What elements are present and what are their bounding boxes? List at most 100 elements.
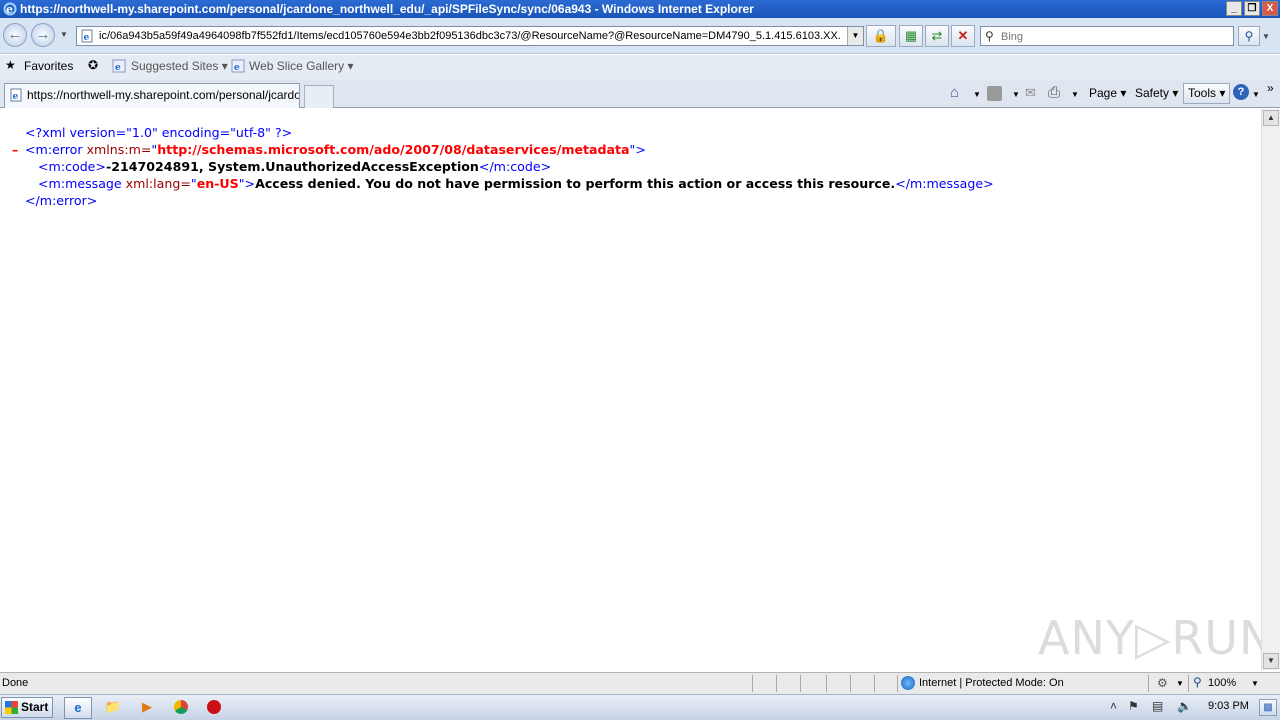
taskbar: Start e 📁 ▶ ˄ ⚑ ▤ 🔈 9:03 PM ▩ xyxy=(0,694,1280,720)
zoom-level[interactable]: 100% xyxy=(1208,677,1236,689)
error-code-text: -2147024891, System.UnauthorizedAccessEx… xyxy=(106,159,479,174)
root-open-tag: <m:error xyxy=(25,142,83,157)
taskbar-internet-explorer-icon[interactable]: e xyxy=(64,697,92,719)
scroll-down-arrow-icon[interactable]: ▼ xyxy=(1263,653,1279,669)
status-divider xyxy=(826,675,827,692)
search-go-button[interactable]: ⚲ xyxy=(1238,26,1260,46)
suggested-sites-icon: e xyxy=(112,59,126,73)
bing-search-icon: ⚲ xyxy=(985,29,994,43)
protected-mode-icon[interactable]: ⚙ xyxy=(1157,676,1168,690)
back-button[interactable]: ← xyxy=(3,23,27,47)
forward-arrow-icon: → xyxy=(35,26,51,43)
root-attr-value: http://schemas.microsoft.com/ado/2007/08… xyxy=(157,142,630,157)
status-divider xyxy=(850,675,851,692)
svg-text:e: e xyxy=(115,63,121,73)
vertical-scrollbar[interactable]: ▲ ▼ xyxy=(1261,109,1280,670)
home-dropdown[interactable]: ▼ xyxy=(973,90,981,99)
svg-text:e: e xyxy=(6,3,13,16)
restore-button[interactable]: ❐ xyxy=(1244,1,1260,16)
read-mail-icon[interactable]: ✉ xyxy=(1025,85,1036,101)
show-desktop-button[interactable]: ▩ xyxy=(1259,699,1277,716)
security-lock-button[interactable]: 🔒 xyxy=(866,25,896,47)
suggested-sites-link[interactable]: Suggested Sites ▾ xyxy=(131,59,228,73)
home-icon[interactable]: ⌂ xyxy=(950,84,959,101)
stop-icon: ✕ xyxy=(957,28,969,43)
scroll-up-arrow-icon[interactable]: ▲ xyxy=(1263,110,1279,126)
action-center-flag-icon[interactable]: ⚑ xyxy=(1128,699,1139,713)
status-divider xyxy=(874,675,875,692)
close-window-button[interactable]: X xyxy=(1262,1,1278,16)
refresh-button[interactable]: ⇄ xyxy=(925,25,949,47)
tools-menu-button[interactable]: Tools ▾ xyxy=(1183,83,1231,104)
help-icon[interactable]: ? xyxy=(1233,84,1249,100)
status-text: Done xyxy=(2,677,29,689)
tools-menu-label: Tools xyxy=(1188,86,1217,100)
volume-icon[interactable]: 🔈 xyxy=(1177,699,1192,713)
network-icon[interactable]: ▤ xyxy=(1152,699,1163,713)
page-menu-button[interactable]: Page ▾ xyxy=(1089,86,1126,100)
address-dropdown-button[interactable]: ▼ xyxy=(847,27,863,45)
add-to-favorites-bar-icon[interactable]: ✪ xyxy=(88,58,98,72)
taskbar-media-player-icon[interactable]: ▶ xyxy=(133,697,161,719)
taskbar-file-explorer-icon[interactable]: 📁 xyxy=(99,697,127,719)
minimize-button[interactable]: _ xyxy=(1226,1,1242,16)
taskbar-chrome-icon[interactable] xyxy=(167,697,195,719)
feeds-dropdown[interactable]: ▼ xyxy=(1012,90,1020,99)
help-dropdown[interactable]: ▼ xyxy=(1252,90,1260,99)
xml-message-line: <m:message xml:lang="en-US">Access denie… xyxy=(38,176,994,191)
status-divider xyxy=(776,675,777,692)
web-slice-gallery-link[interactable]: Web Slice Gallery ▾ xyxy=(249,59,354,73)
safety-menu-button[interactable]: Safety ▾ xyxy=(1135,86,1178,100)
show-hidden-icons-icon[interactable]: ˄ xyxy=(1110,699,1117,713)
status-divider xyxy=(897,675,898,692)
new-tab-button[interactable] xyxy=(304,85,334,108)
compatibility-icon: ▦ xyxy=(904,28,918,43)
collapse-toggle[interactable]: – xyxy=(12,142,18,157)
print-dropdown[interactable]: ▼ xyxy=(1071,90,1079,99)
code-close-tag: </m:code> xyxy=(478,159,552,174)
navigation-bar: ← → ▼ e ic/06a943b5a59f49a4964098fb7f552… xyxy=(0,18,1280,54)
security-zone-text[interactable]: Internet | Protected Mode: On xyxy=(919,677,1064,689)
search-box[interactable]: ⚲ xyxy=(980,26,1234,46)
back-arrow-icon: ← xyxy=(7,26,23,43)
compatibility-view-button[interactable]: ▦ xyxy=(899,25,923,47)
protected-mode-dropdown[interactable]: ▼ xyxy=(1176,679,1184,688)
svg-text:e: e xyxy=(84,33,90,43)
web-slice-gallery-icon: e xyxy=(231,59,245,73)
stop-button[interactable]: ✕ xyxy=(951,25,975,47)
window-title: https://northwell-my.sharepoint.com/pers… xyxy=(20,2,754,16)
address-bar[interactable]: e ic/06a943b5a59f49a4964098fb7f552fd1/It… xyxy=(76,26,864,46)
lock-icon: 🔒 xyxy=(872,28,890,43)
root-attr-name: xmlns:m= xyxy=(82,142,152,157)
print-icon[interactable]: ⎙ xyxy=(1048,84,1060,101)
feeds-icon[interactable] xyxy=(987,86,1002,101)
favorites-bar: ★ Favorites ✪ e Suggested Sites ▾ e Web … xyxy=(0,55,1280,80)
more-commands-chevron-icon[interactable]: » xyxy=(1267,81,1274,95)
web-slice-gallery-label: Web Slice Gallery xyxy=(249,59,345,73)
start-button[interactable]: Start xyxy=(1,697,53,718)
search-input[interactable] xyxy=(1001,29,1229,44)
system-clock[interactable]: 9:03 PM xyxy=(1208,700,1249,712)
recent-pages-dropdown[interactable]: ▼ xyxy=(60,30,68,39)
tab-label: https://northwell-my.sharepoint.com/pers… xyxy=(27,88,300,102)
search-options-dropdown[interactable]: ▼ xyxy=(1262,32,1270,41)
tab-active[interactable]: e https://northwell-my.sharepoint.com/pe… xyxy=(4,83,300,108)
internet-zone-globe-icon xyxy=(901,676,915,690)
xml-root-open-line: <m:error xmlns:m="http://schemas.microso… xyxy=(25,142,646,157)
favorites-button[interactable]: Favorites xyxy=(24,59,73,73)
zoom-icon[interactable]: ⚲ xyxy=(1193,675,1202,689)
start-label: Start xyxy=(21,700,49,714)
windows-logo-icon xyxy=(5,701,18,714)
taskbar-opera-icon[interactable] xyxy=(200,697,228,719)
svg-text:e: e xyxy=(234,63,240,73)
safety-menu-label: Safety xyxy=(1135,86,1170,100)
address-url[interactable]: ic/06a943b5a59f49a4964098fb7f552fd1/Item… xyxy=(99,27,841,45)
page-content: <?xml version="1.0" encoding="utf-8" ?> … xyxy=(0,109,1273,670)
forward-button[interactable]: → xyxy=(31,23,55,47)
window-title-bar: e https://northwell-my.sharepoint.com/pe… xyxy=(0,0,1280,18)
favorites-star-icon[interactable]: ★ xyxy=(5,58,16,72)
svg-text:e: e xyxy=(13,92,19,102)
zoom-dropdown[interactable]: ▼ xyxy=(1251,679,1259,688)
code-open-tag: <m:code> xyxy=(38,159,106,174)
xml-declaration: <?xml version="1.0" encoding="utf-8" ?> xyxy=(25,125,293,140)
